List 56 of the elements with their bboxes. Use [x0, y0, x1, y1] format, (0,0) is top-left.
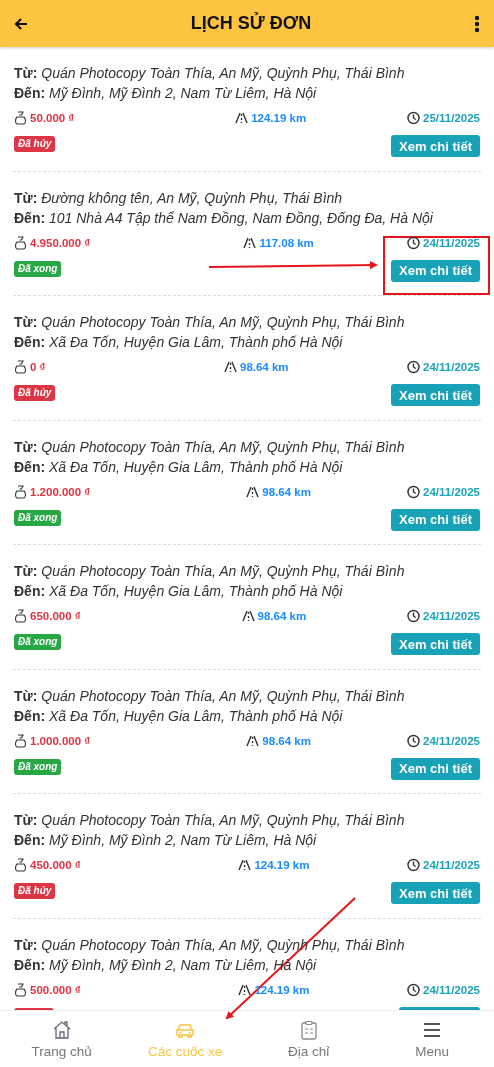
nav-tab[interactable]: Địa chỉ [247, 1011, 371, 1067]
price-text: 50.000 ₫ [30, 112, 75, 124]
date-text: 24/11/2025 [423, 734, 480, 747]
view-details-button[interactable]: Xem chi tiết [391, 384, 480, 406]
date-text: 24/11/2025 [423, 485, 480, 498]
price-text: 4.950.000 ₫ [30, 236, 91, 249]
distance-text: 98.64 km [240, 361, 289, 373]
nav-tab[interactable]: Menu [370, 1011, 494, 1067]
date-text: 24/11/2025 [423, 983, 480, 996]
status-badge: Đã xong [14, 634, 62, 650]
distance-text: 117.08 km [259, 236, 314, 249]
nav-tab[interactable]: Các cuốc xe [123, 1011, 247, 1067]
date-text: 24/11/2025 [423, 610, 480, 622]
destination-address: Đến: Xã Đa Tốn, Huyện Gia Lâm, Thành phố Hà Nội [14, 333, 344, 352]
origin-address: Từ: Quán Photocopy Toàn Thía, An Mỹ, Quỳnh Phụ, Thái Bình [14, 811, 406, 830]
origin-address: Từ: Quán Photocopy Toàn Thía, An Mỹ, Quỳnh Phụ, Thái Bình [14, 437, 406, 457]
price-text: 500.000 ₫ [30, 983, 81, 996]
price-text: 450.000 ₫ [30, 859, 81, 871]
status-badge: Đã xong [14, 509, 62, 526]
destination-address: Đến: Xã Đa Tốn, Huyện Gia Lâm, Thành phố Hà Nội [14, 706, 344, 726]
view-details-button[interactable]: Xem chi tiết [391, 135, 480, 157]
origin-address: Từ: Quán Photocopy Toàn Thía, An Mỹ, Quỳnh Phụ, Thái Bình [14, 562, 406, 581]
destination-address: Đến: Xã Đa Tốn, Huyện Gia Lâm, Thành phố Hà Nội [14, 457, 344, 477]
date-text: 24/11/2025 [423, 361, 480, 373]
origin-address: Từ: Quán Photocopy Toàn Thía, An Mỹ, Quỳnh Phụ, Thái Bình [14, 64, 406, 83]
distance-text: 98.64 km [262, 734, 311, 747]
status-badge: Đã hủy [14, 385, 56, 401]
destination-address: Đến: Xã Đa Tốn, Huyện Gia Lâm, Thành phố Hà Nội [14, 582, 344, 601]
distance-text: 124.19 km [251, 112, 307, 124]
status-badge: Đã hủy [14, 883, 56, 899]
date-text: 25/11/2025 [423, 112, 480, 124]
status-badge: Đã hủy [14, 136, 56, 152]
distance-text: 124.19 km [254, 859, 310, 871]
view-details-button[interactable]: Xem chi tiết [391, 882, 480, 904]
origin-address: Từ: Quán Photocopy Toàn Thía, An Mỹ, Quỳnh Phụ, Thái Bình [14, 686, 406, 706]
date-text: 24/11/2025 [423, 859, 480, 871]
view-details-button[interactable]: Xem chi tiết [391, 633, 480, 655]
view-details-button[interactable]: Xem chi tiết [391, 757, 480, 780]
distance-text: 98.64 km [262, 485, 311, 498]
price-text: 650.000 ₫ [30, 610, 81, 622]
destination-address: Đến: Mỹ Đình, Mỹ Đình 2, Nam Từ Liêm, Hà Nội [14, 831, 318, 850]
nav-tab[interactable]: Trang chủ [0, 1011, 124, 1067]
view-details-button[interactable]: Xem chi tiết [391, 259, 480, 282]
page-title: LỊCH SỬ ĐƠN [190, 13, 312, 34]
status-badge: Đã xong [14, 758, 62, 775]
price-text: 1.200.000 ₫ [30, 485, 91, 498]
destination-address: Đến: 101 Nhà A4 Tập thể Nam Đồng, Nam Đồng, Đống Đa, Hà Nội [14, 208, 434, 228]
destination-address: Đến: Mỹ Đình, Mỹ Đình 2, Nam Từ Liêm, Hà Nội [14, 84, 318, 103]
status-badge: Đã xong [14, 260, 62, 277]
view-details-button[interactable]: Xem chi tiết [391, 508, 480, 531]
price-text: 1.000.000 ₫ [30, 734, 91, 747]
origin-address: Từ: Quán Photocopy Toàn Thía, An Mỹ, Quỳnh Phụ, Thái Bình [14, 313, 406, 332]
origin-address: Từ: Đường không tên, An Mỹ, Quỳnh Phụ, Thái Bình [14, 188, 344, 208]
distance-text: 98.64 km [257, 610, 307, 622]
price-text: 0 ₫ [30, 361, 46, 373]
date-text: 24/11/2025 [423, 236, 480, 249]
